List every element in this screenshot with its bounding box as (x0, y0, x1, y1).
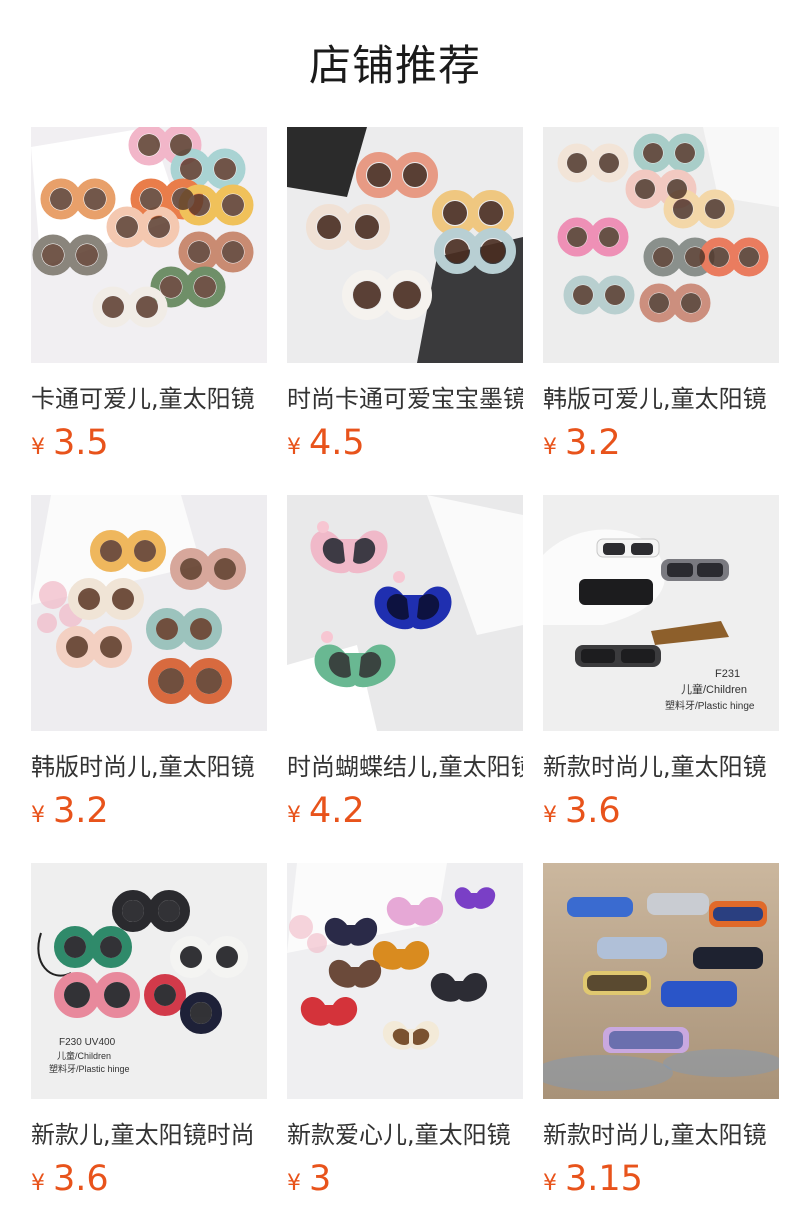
product-image[interactable] (287, 863, 523, 1099)
product-card[interactable]: 新款爱心儿,童太阳镜 ¥3 (287, 863, 523, 1207)
product-card[interactable]: F231 儿童/Children 塑料牙/Plastic hinge 新款时尚儿… (543, 495, 779, 839)
product-image[interactable] (31, 127, 267, 363)
product-price: ¥4.2 (287, 789, 523, 839)
price-value: 3 (309, 1159, 332, 1199)
product-card[interactable]: 卡通可爱儿,童太阳镜 ¥3.5 (31, 127, 267, 471)
product-image[interactable] (287, 495, 523, 731)
price-value: 4.5 (309, 423, 365, 463)
product-card[interactable]: 新款时尚儿,童太阳镜 ¥3.15 (543, 863, 779, 1207)
product-image[interactable]: F231 儿童/Children 塑料牙/Plastic hinge (543, 495, 779, 731)
product-price: ¥4.5 (287, 421, 523, 471)
product-card[interactable]: 时尚蝴蝶结儿,童太阳镜 ¥4.2 (287, 495, 523, 839)
currency-symbol: ¥ (31, 803, 45, 828)
currency-symbol: ¥ (287, 435, 301, 460)
product-price: ¥3.15 (543, 1157, 779, 1207)
currency-symbol: ¥ (543, 1171, 557, 1196)
product-price: ¥3.6 (31, 1157, 267, 1207)
currency-symbol: ¥ (287, 803, 301, 828)
price-value: 4.2 (309, 791, 365, 831)
currency-symbol: ¥ (543, 803, 557, 828)
product-name[interactable]: 时尚卡通可爱宝宝墨镜 (287, 383, 523, 415)
image-label: F231 (715, 668, 740, 680)
product-name[interactable]: 韩版可爱儿,童太阳镜 (543, 383, 779, 415)
price-value: 3.15 (565, 1159, 643, 1199)
product-image[interactable] (287, 127, 523, 363)
shop-recommendations: 店铺推荐 卡通可爱儿,童太阳镜 ¥ 3.5 时尚卡通可爱宝宝墨镜 ¥ 4.5 韩… (0, 0, 790, 1232)
currency-symbol: ¥ (31, 1171, 45, 1196)
product-name[interactable]: 韩版时尚儿,童太阳镜 (31, 751, 267, 783)
product-card[interactable]: F230 UV400 儿童/Children 塑料牙/Plastic hinge… (31, 863, 267, 1207)
product-name[interactable]: 卡通可爱儿,童太阳镜 (31, 383, 267, 415)
product-name[interactable]: 新款时尚儿,童太阳镜 (543, 1119, 779, 1151)
product-price: ¥3.6 (543, 789, 779, 839)
product-image[interactable] (543, 127, 779, 363)
price-value: 3.6 (53, 1159, 109, 1199)
price-value: 3.5 (53, 423, 109, 463)
product-image[interactable] (31, 495, 267, 731)
product-price: ¥3 (287, 1157, 523, 1207)
price-value: 3.2 (53, 791, 109, 831)
product-image[interactable]: F230 UV400 儿童/Children 塑料牙/Plastic hinge (31, 863, 267, 1099)
image-label: 塑料牙/Plastic hinge (49, 1063, 130, 1074)
image-label: 儿童/Children (57, 1050, 111, 1061)
price-value: 3.6 (565, 791, 621, 831)
image-label: 儿童/Children (681, 682, 747, 696)
currency-symbol: ¥ (543, 435, 557, 460)
product-card[interactable]: 韩版可爱儿,童太阳镜 ¥3.2 (543, 127, 779, 471)
currency-symbol: ¥ (287, 1171, 301, 1196)
section-title: 店铺推荐 (308, 41, 481, 90)
product-price: ¥3.5 (31, 421, 267, 471)
product-price: ¥3.2 (543, 421, 779, 471)
product-name[interactable]: 新款儿,童太阳镜时尚 (31, 1119, 267, 1151)
product-price: ¥3.2 (31, 789, 267, 839)
product-card[interactable]: 时尚卡通可爱宝宝墨镜 ¥4.5 (287, 127, 523, 471)
product-name[interactable]: 时尚蝴蝶结儿,童太阳镜 (287, 751, 523, 783)
image-label: F230 UV400 (59, 1037, 116, 1048)
product-image[interactable] (543, 863, 779, 1099)
product-card[interactable]: 韩版时尚儿,童太阳镜 ¥3.2 (31, 495, 267, 839)
product-name[interactable]: 新款时尚儿,童太阳镜 (543, 751, 779, 783)
product-name[interactable]: 新款爱心儿,童太阳镜 (287, 1119, 523, 1151)
image-label: 塑料牙/Plastic hinge (665, 699, 755, 712)
price-value: 3.2 (565, 423, 621, 463)
currency-symbol: ¥ (31, 435, 45, 460)
